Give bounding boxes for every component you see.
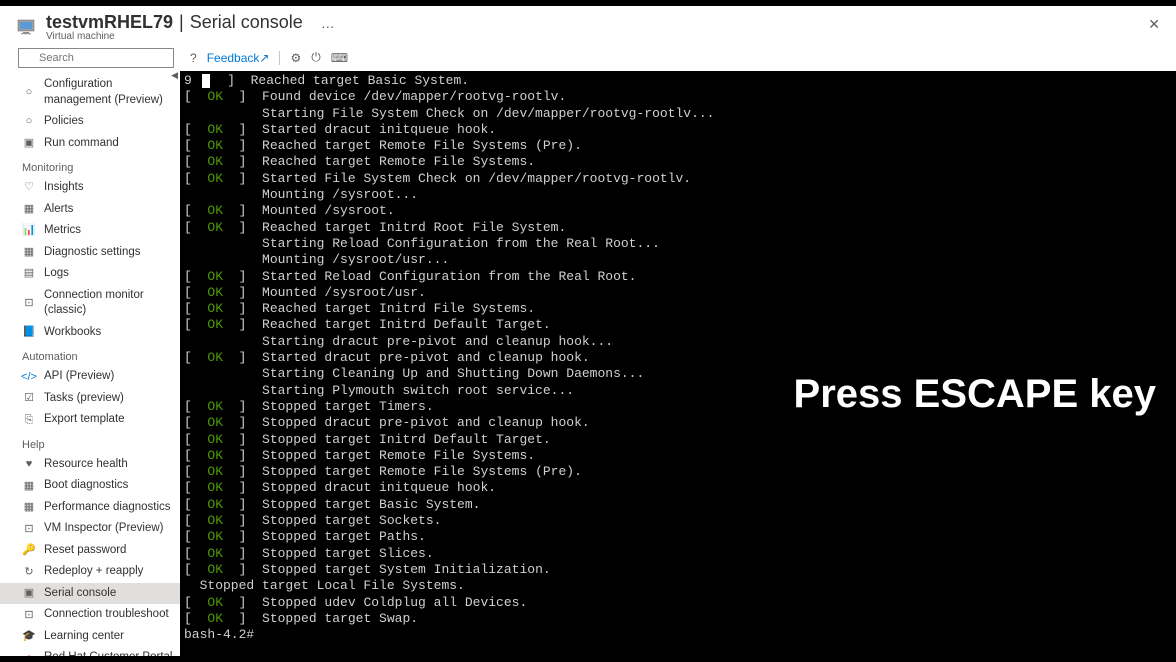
sidebar-item-label: Alerts xyxy=(44,202,73,218)
title-block: testvmRHEL79 | Serial console … Virtual … xyxy=(46,12,335,42)
sidebar-item-label: Learning center xyxy=(44,629,124,645)
feedback-link[interactable]: Feedback↗ xyxy=(207,51,270,65)
reset-password-icon: 🔑 xyxy=(22,544,36,558)
sidebar-item-label: Boot diagnostics xyxy=(44,478,128,494)
alerts-icon: ▦ xyxy=(22,202,36,216)
close-button[interactable]: ✕ xyxy=(1148,16,1160,33)
help-icon[interactable]: ? xyxy=(190,51,197,65)
sidebar-item-redhat-portal[interactable]: ●Red Hat Customer Portal xyxy=(0,647,180,656)
sidebar-item-label: Run command xyxy=(44,136,119,152)
sidebar-item-vm-inspector[interactable]: ⊡ VM Inspector (Preview) xyxy=(0,518,180,540)
export-template-icon: ⎘ xyxy=(22,413,36,427)
sidebar-item-metrics[interactable]: 📊 Metrics xyxy=(0,220,180,242)
section-automation: Automation xyxy=(0,343,180,366)
api-icon: </> xyxy=(22,370,36,384)
diag-settings-icon: ▦ xyxy=(22,245,36,259)
sidebar-item-logs[interactable]: ▤ Logs xyxy=(0,263,180,285)
sidebar-item-alerts[interactable]: ▦ Alerts xyxy=(0,199,180,221)
sidebar-item-tasks[interactable]: ☑ Tasks (preview) xyxy=(0,388,180,410)
page-title-main: testvmRHEL79 xyxy=(46,12,173,33)
sidebar: ◀ ⌕ ○Configuration management (Preview)○… xyxy=(0,44,180,656)
sidebar-item-label: Connection monitor (classic) xyxy=(44,288,174,319)
vm-inspector-icon: ⊡ xyxy=(22,522,36,536)
config-mgmt-icon: ○ xyxy=(22,86,36,100)
sidebar-item-conn-troubleshoot[interactable]: ⊡ Connection troubleshoot xyxy=(0,604,180,626)
sidebar-item-label: Reset password xyxy=(44,543,126,559)
cursor-block xyxy=(202,74,210,88)
search-input[interactable] xyxy=(18,48,174,68)
vm-icon xyxy=(16,17,36,37)
bottom-black-bar xyxy=(0,656,1176,662)
insights-icon: ♡ xyxy=(22,181,36,195)
sidebar-item-label: Diagnostic settings xyxy=(44,245,141,261)
tasks-icon: ☑ xyxy=(22,391,36,405)
header: testvmRHEL79 | Serial console … Virtual … xyxy=(0,6,1176,44)
sidebar-item-label: API (Preview) xyxy=(44,369,114,385)
sidebar-item-label: VM Inspector (Preview) xyxy=(44,521,164,537)
settings-icon[interactable]: ⚙ xyxy=(290,51,301,65)
sidebar-item-reset-password[interactable]: 🔑 Reset password xyxy=(0,540,180,562)
sidebar-item-policies[interactable]: ○ Policies xyxy=(0,111,180,133)
sidebar-item-label: Metrics xyxy=(44,223,81,239)
title-ellipsis[interactable]: … xyxy=(321,15,335,31)
run-command-icon: ▣ xyxy=(22,136,36,150)
sidebar-item-label: Insights xyxy=(44,180,84,196)
sidebar-item-label: Logs xyxy=(44,266,69,282)
sidebar-item-label: Export template xyxy=(44,412,125,428)
sidebar-item-label: Policies xyxy=(44,114,84,130)
logs-icon: ▤ xyxy=(22,267,36,281)
sidebar-item-workbooks[interactable]: 📘 Workbooks xyxy=(0,322,180,344)
sidebar-item-resource-health[interactable]: ♥ Resource health xyxy=(0,454,180,476)
keyboard-icon[interactable]: ⌨ xyxy=(331,51,348,65)
sidebar-item-config-mgmt[interactable]: ○ Configuration management (Preview) xyxy=(0,74,180,111)
sidebar-item-conn-monitor[interactable]: ⊡ Connection monitor (classic) xyxy=(0,285,180,322)
sidebar-item-label: Resource health xyxy=(44,457,128,473)
sidebar-item-label: Configuration management (Preview) xyxy=(44,77,174,108)
toolbar: ? Feedback↗ ⚙ ⏻ ⌨ xyxy=(180,44,1176,71)
title-separator: | xyxy=(179,12,184,33)
page-title-sub: Serial console xyxy=(190,12,303,33)
section-help: Help xyxy=(0,431,180,454)
learning-center-icon: 🎓 xyxy=(22,630,36,644)
sidebar-item-run-command[interactable]: ▣ Run command xyxy=(0,133,180,155)
content-area: ? Feedback↗ ⚙ ⏻ ⌨ 9 ] Reached target Bas… xyxy=(180,44,1176,656)
sidebar-item-label: Performance diagnostics xyxy=(44,500,171,516)
sidebar-item-label: Redeploy + reapply xyxy=(44,564,143,580)
sidebar-item-diag-settings[interactable]: ▦ Diagnostic settings xyxy=(0,242,180,264)
page-subtitle: Virtual machine xyxy=(46,31,335,42)
sidebar-item-learning-center[interactable]: 🎓 Learning center xyxy=(0,626,180,648)
sidebar-item-label: Connection troubleshoot xyxy=(44,607,169,623)
sidebar-item-redeploy[interactable]: ↻ Redeploy + reapply xyxy=(0,561,180,583)
section-monitoring: Monitoring xyxy=(0,154,180,177)
sidebar-item-boot-diag[interactable]: ▦ Boot diagnostics xyxy=(0,475,180,497)
sidebar-item-label: Serial console xyxy=(44,586,116,602)
sidebar-item-insights[interactable]: ♡ Insights xyxy=(0,177,180,199)
sidebar-item-label: Tasks (preview) xyxy=(44,391,124,407)
serial-console-icon: ▣ xyxy=(22,587,36,601)
conn-monitor-icon: ⊡ xyxy=(22,296,36,310)
serial-console-output[interactable]: 9 ] Reached target Basic System. [ OK ] … xyxy=(180,71,1176,656)
redeploy-icon: ↻ xyxy=(22,565,36,579)
workbooks-icon: 📘 xyxy=(22,325,36,339)
resource-health-icon: ♥ xyxy=(22,457,36,471)
perf-diag-icon: ▦ xyxy=(22,501,36,515)
boot-diag-icon: ▦ xyxy=(22,479,36,493)
sidebar-item-perf-diag[interactable]: ▦ Performance diagnostics xyxy=(0,497,180,519)
collapse-icon[interactable]: ◀ xyxy=(171,70,178,81)
sidebar-item-export-template[interactable]: ⎘ Export template xyxy=(0,409,180,431)
power-icon[interactable]: ⏻ xyxy=(311,50,321,65)
sidebar-item-serial-console[interactable]: ▣ Serial console xyxy=(0,583,180,605)
metrics-icon: 📊 xyxy=(22,224,36,238)
toolbar-divider xyxy=(279,51,280,65)
sidebar-item-api[interactable]: </> API (Preview) xyxy=(0,366,180,388)
sidebar-item-label: Workbooks xyxy=(44,325,101,341)
conn-troubleshoot-icon: ⊡ xyxy=(22,608,36,622)
policies-icon: ○ xyxy=(22,115,36,129)
